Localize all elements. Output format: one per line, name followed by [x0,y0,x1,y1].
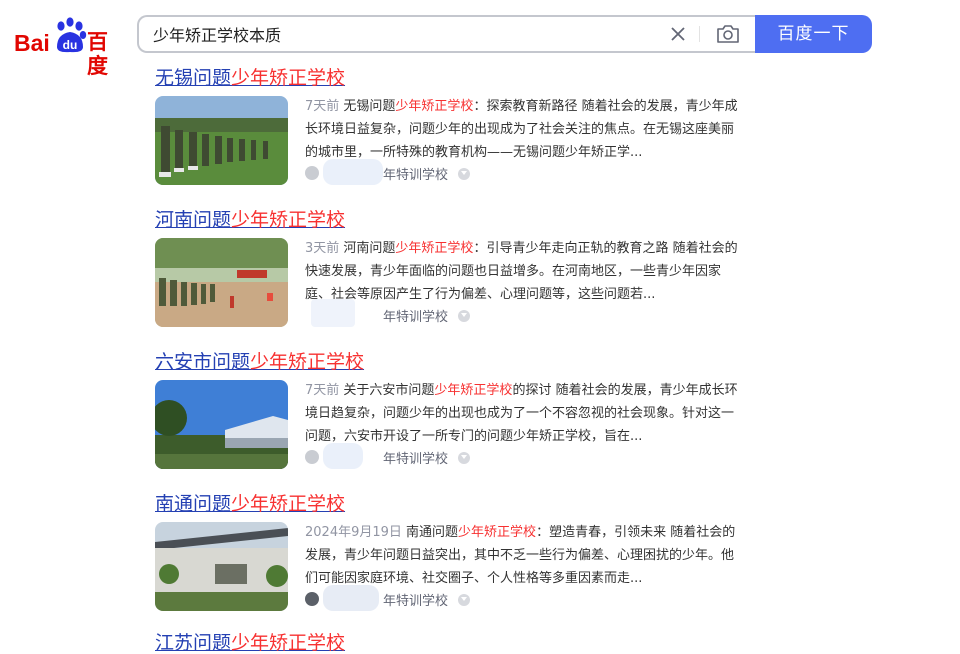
result-title-link[interactable]: 六安市问题少年矫正学校 [155,351,364,373]
logo-text-baidu: 百度 [87,31,108,78]
thumbnail-image [155,380,288,469]
result-thumbnail[interactable] [155,238,288,327]
result-thumbnail[interactable] [155,96,288,185]
source-avatar [305,166,319,180]
thumbnail-image [155,96,288,185]
result-abstract: 7天前 无锡问题少年矫正学校：探索教育新路径 随着社会的发展，青少年成长环境日益… [305,99,738,160]
source-name: 年特训学校 [383,168,449,183]
header: Bai du 百度 百度一下 [0,0,960,78]
result-title-link[interactable]: 南通问题少年矫正学校 [155,493,345,515]
paw-logo-icon: du [57,17,87,53]
result-abstract: 2024年9月19日 南通问题少年矫正学校：塑造青春，引领未来 随着社会的发展，… [305,525,736,586]
search-input[interactable] [153,17,653,51]
thumbnail-image [155,522,288,611]
result-title-link[interactable]: 江苏问题少年矫正学校 [155,632,345,654]
source-avatar [305,592,319,606]
source-name: 年特训学校 [383,310,449,325]
source-blur [323,443,363,469]
result-title-link[interactable]: 河南问题少年矫正学校 [155,209,345,231]
result-abstract: 3天前 河南问题少年矫正学校：引导青少年走向正轨的教育之路 随着社会的快速发展，… [305,241,738,302]
clear-icon[interactable] [669,25,687,43]
camera-icon[interactable] [716,23,740,45]
source-blur [311,299,355,327]
divider [699,26,700,42]
thumbnail-image [155,238,288,327]
result-source[interactable]: 年特训学校 [305,443,605,469]
result-source[interactable]: 年特训学校 [305,585,605,611]
baidu-logo[interactable]: Bai du 百度 [14,17,122,78]
source-blur [323,585,379,611]
result-thumbnail[interactable] [155,380,288,469]
source-avatar [305,450,319,464]
result-thumbnail[interactable] [155,522,288,611]
result-source[interactable]: 年特训学校 [305,159,605,185]
chevron-down-icon[interactable] [458,168,470,180]
result-title-link[interactable]: 无锡问题少年矫正学校 [155,67,345,89]
source-name: 年特训学校 [383,594,449,609]
search-box [137,15,755,53]
logo-text-bai: Bai [14,30,50,56]
svg-text:du: du [63,38,78,52]
source-name: 年特训学校 [383,452,449,467]
chevron-down-icon[interactable] [458,594,470,606]
result-source[interactable]: 年特训学校 [305,299,605,327]
source-blur [323,159,383,185]
search-button[interactable]: 百度一下 [755,15,872,53]
chevron-down-icon[interactable] [458,452,470,464]
result-abstract: 7天前 关于六安市问题少年矫正学校的探讨 随着社会的发展，青少年成长环境日趋复杂… [305,383,738,444]
chevron-down-icon[interactable] [458,310,470,322]
